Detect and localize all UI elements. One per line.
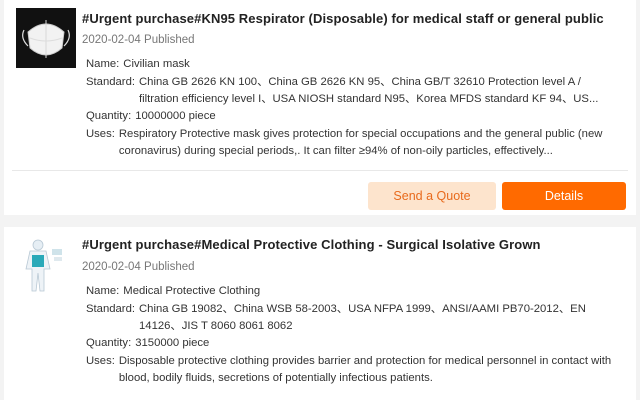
spec-value: 3150000 piece bbox=[135, 337, 210, 349]
spec-name-row: Name: Medical Protective Clothing bbox=[86, 283, 622, 300]
published-date: 2020-02-04 Published bbox=[82, 34, 195, 46]
spec-value: China GB 2626 KN 100、China GB 2626 KN 95… bbox=[139, 76, 599, 105]
spec-value: China GB 19082、China WSB 58-2003、USA NFP… bbox=[139, 303, 586, 332]
product-thumbnail[interactable] bbox=[16, 8, 76, 68]
listing-card: #Urgent purchase#Medical Protective Clot… bbox=[4, 227, 636, 400]
spec-standard-row: Standard: China GB 2626 KN 100、China GB … bbox=[86, 74, 622, 108]
send-quote-button[interactable]: Send a Quote bbox=[368, 182, 496, 210]
divider bbox=[12, 170, 628, 171]
spec-value: Medical Protective Clothing bbox=[123, 285, 261, 297]
spec-quantity-row: Quantity: 3150000 piece bbox=[86, 335, 622, 352]
spec-uses-row: Uses: Disposable protective clothing pro… bbox=[86, 353, 622, 387]
spec-label: Standard: bbox=[86, 303, 135, 315]
spec-uses-row: Uses: Respiratory Protective mask gives … bbox=[86, 126, 622, 160]
listing-title[interactable]: #Urgent purchase#KN95 Respirator (Dispos… bbox=[82, 11, 626, 26]
spec-label: Standard: bbox=[86, 76, 135, 88]
product-thumbnail[interactable] bbox=[16, 235, 76, 295]
listing-card: #Urgent purchase#KN95 Respirator (Dispos… bbox=[4, 0, 636, 215]
spec-value: Respiratory Protective mask gives protec… bbox=[118, 128, 603, 157]
spec-label: Name: bbox=[86, 285, 120, 297]
spec-value: Disposable protective clothing provides … bbox=[118, 355, 612, 384]
details-button[interactable]: Details bbox=[502, 182, 626, 210]
spec-value: Civilian mask bbox=[123, 58, 190, 70]
protective-suit-icon bbox=[16, 235, 76, 295]
spec-label: Uses: bbox=[86, 128, 115, 140]
spec-label: Name: bbox=[86, 58, 120, 70]
spec-label: Uses: bbox=[86, 355, 115, 367]
spec-value: 10000000 piece bbox=[135, 110, 216, 122]
spec-standard-row: Standard: China GB 19082、China WSB 58-20… bbox=[86, 301, 622, 335]
spec-name-row: Name: Civilian mask bbox=[86, 56, 622, 73]
published-date: 2020-02-04 Published bbox=[82, 261, 195, 273]
spec-label: Quantity: bbox=[86, 337, 132, 349]
spec-quantity-row: Quantity: 10000000 piece bbox=[86, 108, 622, 125]
listing-title[interactable]: #Urgent purchase#Medical Protective Clot… bbox=[82, 237, 626, 252]
mask-icon bbox=[16, 8, 76, 68]
spec-label: Quantity: bbox=[86, 110, 132, 122]
